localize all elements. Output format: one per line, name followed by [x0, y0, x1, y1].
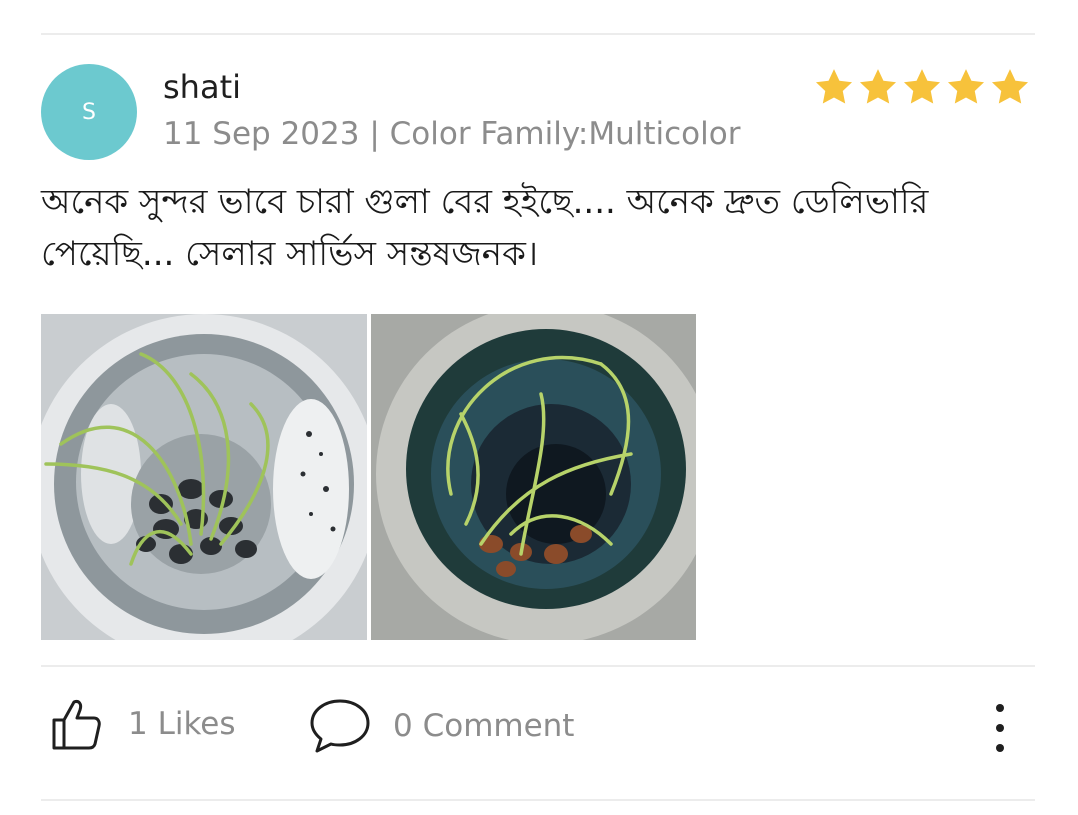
likes-count-label: 1 Likes	[128, 706, 236, 742]
reviewer-name: shati	[163, 68, 241, 106]
review-text: অনেক সুন্দর ভাবে চারা গুলা বের হইছে.... …	[41, 182, 929, 274]
star-rating	[813, 66, 1031, 108]
bottom-divider	[41, 799, 1035, 801]
more-vertical-icon-dot	[996, 724, 1004, 732]
thumbs-up-icon	[52, 700, 101, 750]
more-vertical-icon-dot	[996, 744, 1004, 752]
star-icon	[991, 69, 1029, 104]
more-vertical-icon	[996, 704, 1004, 712]
seedlings-in-water-cup-photo	[41, 314, 367, 640]
seedlings-in-dark-pot-photo	[371, 314, 696, 640]
review-photo-2[interactable]	[371, 314, 696, 640]
like-button[interactable]: 1 Likes	[52, 698, 236, 750]
top-divider	[41, 33, 1035, 35]
comment-count-label: 0 Comment	[393, 708, 575, 744]
star-icon	[815, 69, 853, 104]
star-icon	[903, 69, 941, 104]
more-options-button[interactable]	[980, 700, 1020, 756]
star-icon	[947, 69, 985, 104]
review-photo-1[interactable]	[41, 314, 367, 640]
comment-button[interactable]: 0 Comment	[309, 697, 574, 755]
avatar-initial: S	[82, 99, 96, 125]
review-meta: 11 Sep 2023 | Color Family:Multicolor	[163, 116, 741, 152]
speech-bubble-icon	[310, 699, 370, 753]
star-icon	[859, 69, 897, 104]
middle-divider	[41, 665, 1035, 667]
avatar[interactable]: S	[41, 64, 137, 160]
